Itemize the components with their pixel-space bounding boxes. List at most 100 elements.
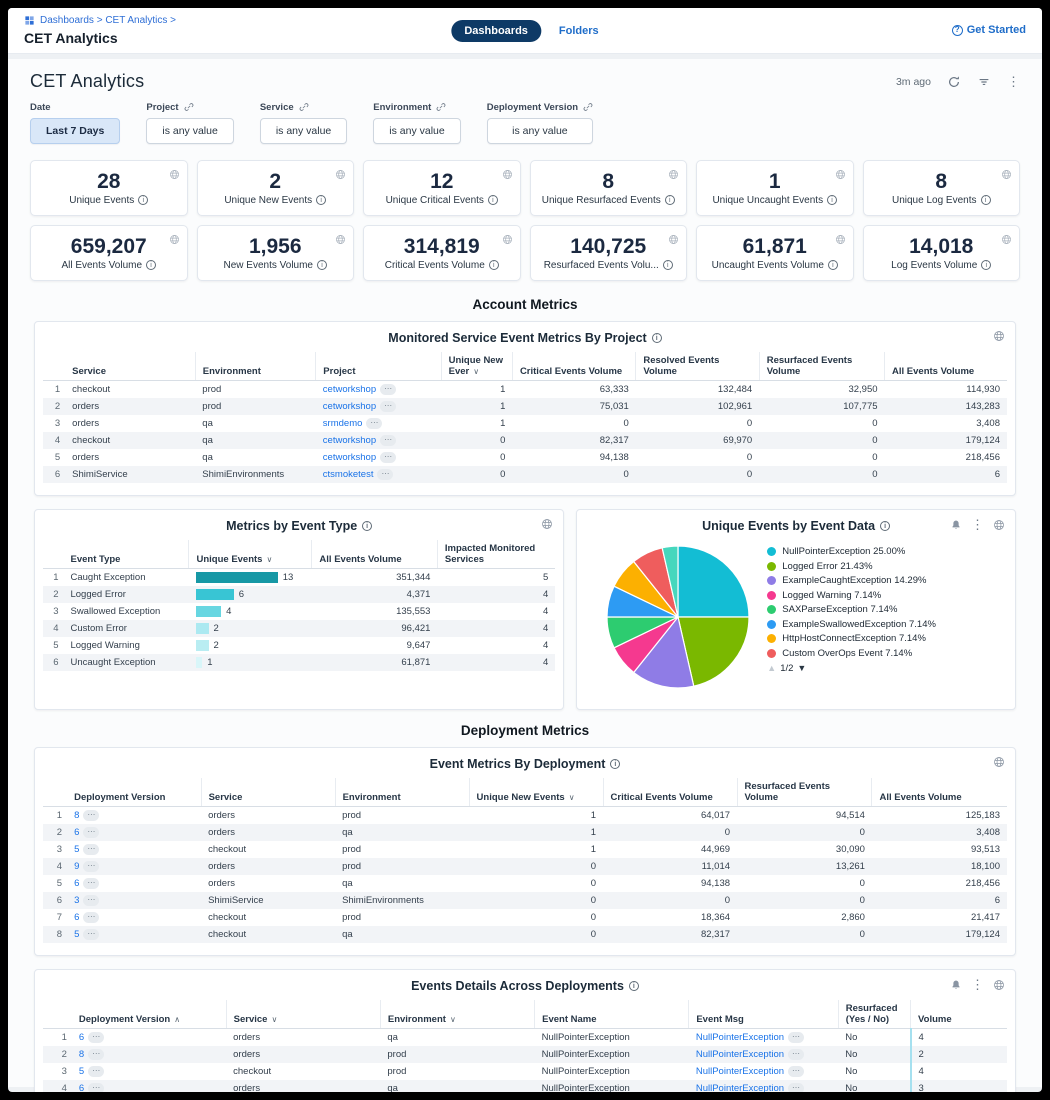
bell-icon[interactable] [950,979,962,991]
pie-slice[interactable] [678,546,749,617]
column-header[interactable]: Impacted Monitored Services [437,540,555,569]
more-pill[interactable] [83,827,99,838]
column-header[interactable]: Event Msg [689,1000,838,1029]
more-pill[interactable] [88,1066,104,1077]
more-pill[interactable] [366,418,382,429]
legend-page-up-icon[interactable]: ▲ [767,663,776,673]
column-header[interactable]: Environment [335,778,469,807]
cell-link[interactable]: 6 [79,1032,84,1043]
more-pill[interactable] [83,844,99,855]
cell: cetworkshop [316,449,441,466]
cell-link[interactable]: 5 [74,844,79,855]
link-icon[interactable] [184,102,194,113]
link-icon[interactable] [583,102,593,113]
column-header[interactable]: All Events Volume [312,540,438,569]
more-pill[interactable] [88,1049,104,1060]
filter-value-deployment-version[interactable]: is any value [487,118,593,144]
cell: orders [226,1046,380,1063]
link-icon[interactable] [436,102,446,113]
more-pill[interactable] [83,895,99,906]
column-header[interactable]: Unique New Events∨ [469,778,603,807]
more-pill[interactable] [380,435,396,446]
column-header[interactable]: Environment∨ [380,1000,534,1029]
cell: 114,930 [885,381,1007,399]
column-header[interactable]: Unique New Ever∨ [441,352,512,381]
column-header[interactable]: Resurfaced (Yes / No) [838,1000,910,1029]
refresh-icon[interactable] [947,75,961,89]
cell-link[interactable]: cetworkshop [323,435,376,446]
cell-link[interactable]: cetworkshop [323,452,376,463]
cell-link[interactable]: 5 [74,929,79,940]
legend-page-down-icon[interactable]: ▼ [797,663,806,673]
panel-menu-icon[interactable] [971,518,984,531]
cell: orders [226,1080,380,1092]
breadcrumb-text[interactable]: Dashboards > CET Analytics > [40,15,176,26]
bell-icon[interactable] [950,519,962,531]
cell-link[interactable]: 6 [74,827,79,838]
more-pill[interactable] [788,1083,804,1093]
cell-link[interactable]: 3 [74,895,79,906]
more-pill[interactable] [83,878,99,889]
cell-link[interactable]: 6 [74,878,79,889]
column-header[interactable]: Event Name [535,1000,689,1029]
cell-link[interactable]: 6 [74,912,79,923]
column-header[interactable]: Unique Events∨ [189,540,312,569]
more-pill[interactable] [377,469,393,480]
filter-value-project[interactable]: is any value [146,118,233,144]
cell-link[interactable]: NullPointerException [696,1066,784,1077]
column-header[interactable]: Environment [195,352,316,381]
more-pill[interactable] [788,1066,804,1077]
column-header[interactable]: Critical Events Volume [512,352,635,381]
more-pill[interactable] [88,1032,104,1043]
legend-item: Logged Warning 7.14% [767,590,1005,602]
panel-menu-icon[interactable] [971,978,984,991]
more-pill[interactable] [83,810,99,821]
filter-value-service[interactable]: is any value [260,118,347,144]
column-header[interactable]: Service∨ [226,1000,380,1029]
more-pill[interactable] [380,401,396,412]
cell-link[interactable]: NullPointerException [696,1032,784,1043]
column-header[interactable]: Deployment Version [67,778,201,807]
filter-value-environment[interactable]: is any value [373,118,460,144]
cell-link[interactable]: ctsmoketest [323,469,374,480]
cell-link[interactable]: NullPointerException [696,1083,784,1093]
more-pill[interactable] [83,861,99,872]
cell-link[interactable]: cetworkshop [323,401,376,412]
tab-folders[interactable]: Folders [559,25,599,37]
column-header[interactable]: Resurfaced Events Volume [759,352,884,381]
column-header[interactable]: Resolved Events Volume [636,352,759,381]
column-header[interactable]: All Events Volume [885,352,1007,381]
cell-link[interactable]: NullPointerException [696,1049,784,1060]
cell-link[interactable]: 5 [79,1066,84,1077]
more-pill[interactable] [380,452,396,463]
column-header[interactable]: Resurfaced Events Volume [737,778,872,807]
more-pill[interactable] [788,1049,804,1060]
bar-wrap: 6 [196,589,305,601]
cell: 94,138 [603,875,737,892]
column-header[interactable]: Event Type [63,540,189,569]
tab-dashboards[interactable]: Dashboards [451,20,541,42]
more-pill[interactable] [83,929,99,940]
cell-link[interactable]: 9 [74,861,79,872]
more-pill[interactable] [788,1032,804,1043]
column-header[interactable]: Project [316,352,441,381]
column-header[interactable]: Critical Events Volume [603,778,737,807]
more-pill[interactable] [380,384,396,395]
column-header[interactable]: Deployment Version∧ [72,1000,226,1029]
filter-icon[interactable] [977,75,991,89]
link-icon[interactable] [299,102,309,113]
get-started-link[interactable]: ? Get Started [952,24,1026,36]
cell-link[interactable]: 8 [74,810,79,821]
more-pill[interactable] [83,912,99,923]
cell-link[interactable]: srmdemo [323,418,363,429]
column-header[interactable]: All Events Volume [872,778,1007,807]
more-pill[interactable] [88,1083,104,1093]
filter-value-date[interactable]: Last 7 Days [30,118,120,144]
column-header[interactable]: Service [201,778,335,807]
cell-link[interactable]: cetworkshop [323,384,376,395]
cell-link[interactable]: 8 [79,1049,84,1060]
column-header[interactable]: Volume [911,1000,1007,1029]
dashboard-menu-icon[interactable] [1007,75,1020,88]
column-header[interactable]: Service [65,352,195,381]
cell-link[interactable]: 6 [79,1083,84,1093]
